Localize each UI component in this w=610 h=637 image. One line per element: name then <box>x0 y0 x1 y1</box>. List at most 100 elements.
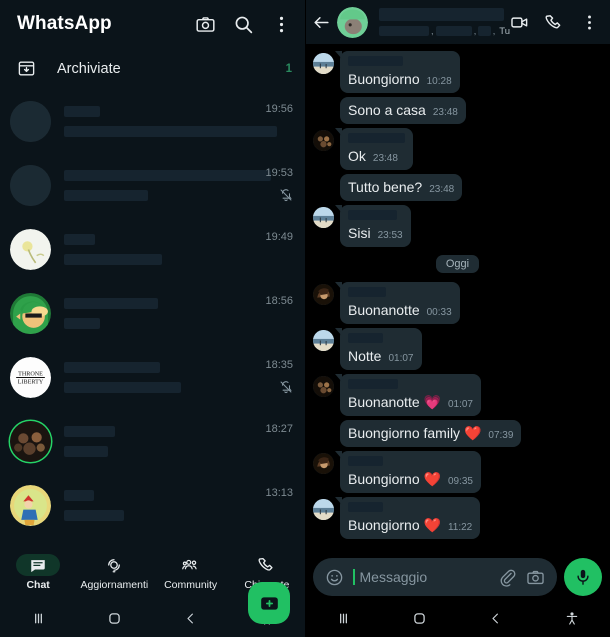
message-row[interactable]: Buongiorno family ❤️ 07:39 <box>305 420 610 447</box>
chat-list-item[interactable]: 18:27 <box>0 409 305 473</box>
avatar[interactable] <box>10 292 51 334</box>
avatar[interactable] <box>10 420 51 462</box>
nav-item-community[interactable]: Community <box>153 554 229 591</box>
new-chat-fab[interactable] <box>248 582 290 624</box>
voice-call-icon[interactable] <box>545 13 564 32</box>
back-arrow-icon[interactable] <box>312 13 331 32</box>
message-bubble[interactable]: Tutto bene? 23:48 <box>340 174 463 201</box>
message-row[interactable]: Ok 23:48 <box>305 128 610 170</box>
back-chevron-icon[interactable] <box>153 611 229 626</box>
archived-chats-row[interactable]: Archiviate 1 <box>0 48 305 89</box>
archived-count: 1 <box>285 62 292 75</box>
message-bubble[interactable]: Buongiorno ❤️ 11:22 <box>334 497 481 539</box>
message-row[interactable]: Tutto bene? 23:48 <box>305 174 610 201</box>
recents-icon[interactable] <box>305 610 381 627</box>
participant-redacted <box>379 26 430 36</box>
message-sender-avatar[interactable] <box>313 330 334 351</box>
message-sender-avatar[interactable] <box>313 499 334 520</box>
overflow-menu-icon[interactable] <box>271 14 292 35</box>
recents-icon[interactable] <box>0 610 76 627</box>
participant-separator: , <box>473 26 477 36</box>
chat-list-item[interactable]: 19:49 <box>0 217 305 281</box>
message-row[interactable]: Buongiorno 10:28 <box>305 51 610 93</box>
video-call-icon[interactable] <box>510 13 529 32</box>
camera-icon[interactable] <box>195 14 216 35</box>
emoji-smiley-icon[interactable] <box>325 568 344 587</box>
message-timestamp: 01:07 <box>388 353 414 364</box>
message-bubble[interactable]: Sisi 23:53 <box>335 205 411 247</box>
chat-list[interactable]: 19:56 19:53 19:49 18:56 THRONE LIBERTY 18:35 18… <box>0 89 305 544</box>
chat-list-item[interactable]: 13:13 <box>0 473 305 537</box>
back-chevron-icon[interactable] <box>458 611 534 626</box>
message-row[interactable]: Buonanotte 00:33 <box>305 282 610 324</box>
message-bubble[interactable]: Sono a casa 23:48 <box>340 97 466 124</box>
message-timestamp: 07:39 <box>488 430 514 441</box>
message-sender-avatar[interactable] <box>313 207 334 228</box>
chat-item-body <box>64 105 277 137</box>
message-text: Tutto bene? <box>348 179 423 195</box>
message-row[interactable]: Buonanotte 💗 01:07 <box>305 374 610 416</box>
message-bubble[interactable]: Buonanotte 00:33 <box>335 282 460 324</box>
message-sender-redacted <box>348 456 383 466</box>
message-timestamp: 00:33 <box>426 307 452 318</box>
home-icon[interactable] <box>381 610 457 627</box>
archive-box-icon <box>17 59 36 78</box>
message-bubble[interactable]: Notte 01:07 <box>335 328 422 370</box>
nav-item-label: Aggiornamenti <box>80 578 149 591</box>
message-row[interactable]: Sono a casa 23:48 <box>305 97 610 124</box>
avatar[interactable] <box>10 100 51 142</box>
last-message-redacted <box>64 317 100 329</box>
date-divider-label: Oggi <box>435 255 480 273</box>
chat-list-item[interactable]: 18:56 <box>0 281 305 345</box>
message-input-field[interactable]: Messaggio <box>313 558 557 596</box>
avatar[interactable]: THRONE LIBERTY <box>10 356 51 398</box>
conversation-avatar[interactable] <box>337 6 368 38</box>
chat-list-item[interactable]: THRONE LIBERTY 18:35 <box>0 345 305 409</box>
camera-icon[interactable] <box>526 568 545 587</box>
archived-label: Archiviate <box>57 60 121 77</box>
chat-timestamp: 18:35 <box>265 359 293 371</box>
text-cursor <box>353 569 355 585</box>
message-row[interactable]: Notte 01:07 <box>305 328 610 370</box>
accessibility-icon[interactable] <box>534 611 610 627</box>
avatar[interactable] <box>10 228 51 270</box>
message-sender-avatar[interactable] <box>313 53 334 74</box>
chat-list-item[interactable] <box>0 537 305 544</box>
nav-item-label: Chat <box>26 578 50 591</box>
message-sender-avatar[interactable] <box>313 376 334 397</box>
chat-list-item[interactable]: 19:56 <box>0 89 305 153</box>
message-sender-avatar[interactable] <box>313 284 334 305</box>
message-list[interactable]: Buongiorno 10:28 Sono a casa 23:48 Ok 23:48 Tu… <box>305 44 610 554</box>
avatar[interactable] <box>10 484 51 526</box>
search-icon[interactable] <box>233 14 254 35</box>
muted-bell-icon <box>279 188 293 202</box>
message-sender-redacted <box>348 210 397 220</box>
nav-item-chat[interactable]: Chat <box>0 553 76 591</box>
participant-redacted <box>478 26 491 36</box>
chat-list-item[interactable]: 19:53 <box>0 153 305 217</box>
message-bubble[interactable]: Buongiorno family ❤️ 07:39 <box>340 420 522 447</box>
overflow-menu-icon[interactable] <box>580 13 599 32</box>
message-text: Buongiorno family ❤️ <box>348 425 482 441</box>
chat-timestamp: 18:56 <box>265 295 293 307</box>
paperclip-icon[interactable] <box>498 568 517 587</box>
message-row[interactable]: Buongiorno ❤️ 11:22 <box>305 497 610 539</box>
message-line: Buongiorno ❤️ 11:22 <box>348 517 472 534</box>
message-row[interactable]: Buongiorno ❤️ 09:35 <box>305 451 610 493</box>
message-bubble[interactable]: Buongiorno ❤️ 09:35 <box>335 451 481 493</box>
message-bubble[interactable]: Ok 23:48 <box>335 128 413 170</box>
chat-timestamp: 19:56 <box>265 103 293 115</box>
last-message-redacted <box>64 445 108 457</box>
chat-item-body <box>64 233 257 265</box>
message-sender-avatar[interactable] <box>313 453 334 474</box>
home-icon[interactable] <box>76 610 152 627</box>
nav-item-aggiornamenti[interactable]: Aggiornamenti <box>76 554 152 591</box>
message-sender-avatar[interactable] <box>313 130 334 151</box>
message-line: Tutto bene? 23:48 <box>348 179 454 196</box>
message-row[interactable]: Sisi 23:53 <box>305 205 610 247</box>
chat-item-meta: 18:56 <box>265 296 293 330</box>
avatar[interactable] <box>10 164 51 206</box>
message-bubble[interactable]: Buonanotte 💗 01:07 <box>335 374 481 416</box>
message-bubble[interactable]: Buongiorno 10:28 <box>335 51 460 93</box>
voice-record-button[interactable] <box>564 558 602 596</box>
